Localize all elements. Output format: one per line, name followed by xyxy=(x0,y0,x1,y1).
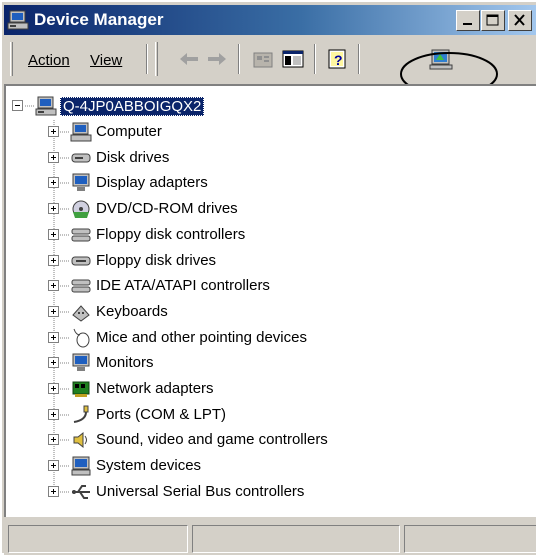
monitor-icon xyxy=(72,353,90,372)
tree-connector xyxy=(25,105,35,107)
expand-plus-icon[interactable] xyxy=(48,434,59,446)
tree-connector xyxy=(60,285,70,287)
expand-plus-icon[interactable] xyxy=(48,357,59,369)
toolbar-separator xyxy=(238,44,240,74)
expand-plus-icon[interactable] xyxy=(48,485,59,497)
close-icon xyxy=(514,14,525,26)
tree-item-label: Sound, video and game controllers xyxy=(96,431,328,449)
mouse-icon xyxy=(73,328,90,348)
computer-root-icon xyxy=(35,96,57,116)
tree-connector xyxy=(60,208,70,210)
tree-connector xyxy=(60,131,70,133)
expand-plus-icon[interactable] xyxy=(48,331,59,343)
disk-drive-icon xyxy=(71,153,91,163)
expand-plus-icon[interactable] xyxy=(48,254,59,266)
menu-action[interactable]: Action xyxy=(28,52,70,69)
title-bar[interactable]: Device Manager xyxy=(4,5,536,35)
tree-item-label: Disk drives xyxy=(96,148,170,166)
ide-controller-icon xyxy=(71,279,91,293)
tree-connector xyxy=(60,311,70,313)
tree-connector xyxy=(60,337,70,339)
tree-item-label: Floppy disk drives xyxy=(96,251,217,269)
tree-connector xyxy=(60,157,70,159)
expand-plus-icon[interactable] xyxy=(48,408,59,420)
tree-root-label: Q-4JP0ABBOIGQX2 xyxy=(60,97,205,116)
expand-plus-icon[interactable] xyxy=(48,151,59,163)
minimize-button[interactable] xyxy=(456,10,480,31)
sound-icon xyxy=(73,432,87,449)
tree-item-label: Universal Serial Bus controllers xyxy=(96,482,305,500)
network-adapter-icon xyxy=(72,381,90,397)
toolbar-separator xyxy=(314,44,316,74)
menu-action-label: Action xyxy=(28,52,70,69)
status-pane-1 xyxy=(8,525,188,553)
expand-plus-icon[interactable] xyxy=(48,460,59,472)
toolbar-separator xyxy=(146,44,148,74)
expand-plus-icon[interactable] xyxy=(48,383,59,394)
tree-connector xyxy=(60,491,70,493)
device-tree: Q-4JP0ABBOIGQX2 Computer Disk drives Displ… xyxy=(4,84,536,517)
system-devices-icon xyxy=(71,456,91,476)
keyboard-icon xyxy=(72,305,90,322)
toolbar-grip[interactable] xyxy=(155,42,158,76)
tree-item-label: Display adapters xyxy=(96,174,208,192)
collapse-root-icon[interactable] xyxy=(12,100,23,111)
toolbar-separator xyxy=(358,44,360,74)
tree-connector xyxy=(60,362,70,364)
floppy-controller-icon xyxy=(71,228,91,242)
maximize-button[interactable] xyxy=(481,10,505,31)
menu-view-label: View xyxy=(90,52,123,69)
properties-icon[interactable] xyxy=(250,47,276,71)
port-icon xyxy=(73,405,89,423)
tree-connector xyxy=(60,465,70,467)
tree-item-label: Network adapters xyxy=(96,380,214,397)
status-pane-2 xyxy=(192,525,400,553)
minimize-icon xyxy=(463,23,472,25)
tree-connector xyxy=(60,439,70,441)
menu-view[interactable]: View xyxy=(90,52,122,69)
forward-arrow-icon[interactable] xyxy=(204,47,230,71)
dvd-cdrom-icon xyxy=(72,200,90,219)
window-title: Device Manager xyxy=(34,10,164,29)
expand-plus-icon[interactable] xyxy=(48,228,59,240)
tree-item-label: DVD/CD-ROM drives xyxy=(96,200,238,218)
tree-connector xyxy=(60,414,70,416)
status-pane-3 xyxy=(404,525,536,553)
tree-connector xyxy=(60,260,70,261)
status-bar xyxy=(4,519,536,555)
svg-text:?: ? xyxy=(334,52,343,68)
help-icon[interactable]: ? xyxy=(324,47,350,71)
tree-item-label: IDE ATA/ATAPI controllers xyxy=(96,277,270,295)
tree-item-label: Floppy disk controllers xyxy=(96,225,246,243)
expand-plus-icon[interactable] xyxy=(48,305,59,317)
expand-plus-icon[interactable] xyxy=(48,203,59,215)
tree-item-label: System devices xyxy=(96,457,202,475)
expand-plus-icon[interactable] xyxy=(48,280,59,292)
tree-connector xyxy=(60,234,70,236)
toolbar-grip[interactable] xyxy=(10,42,13,76)
show-hide-console-tree-icon[interactable] xyxy=(280,47,306,71)
maximize-icon xyxy=(486,14,499,26)
display-adapter-icon xyxy=(72,173,90,192)
close-button[interactable] xyxy=(508,10,532,31)
device-manager-icon xyxy=(7,10,29,30)
expand-plus-icon[interactable] xyxy=(48,177,59,189)
floppy-drive-icon xyxy=(71,256,91,265)
tree-item-label: Ports (COM & LPT) xyxy=(96,405,227,423)
tree-connector xyxy=(60,388,70,390)
tree-item-label: Monitors xyxy=(96,354,154,372)
usb-icon xyxy=(72,484,90,499)
tree-item-label: Keyboards xyxy=(96,302,168,320)
back-arrow-icon[interactable] xyxy=(176,47,202,71)
device-manager-window: Device Manager Action View ? Q-4JP0ABBOI… xyxy=(0,0,536,555)
tree-item-label: Mice and other pointing devices xyxy=(96,328,307,346)
expand-plus-icon[interactable] xyxy=(48,126,59,137)
tree-item-label: Computer xyxy=(96,123,162,140)
tree-connector xyxy=(60,182,70,184)
computer-icon xyxy=(70,122,92,142)
